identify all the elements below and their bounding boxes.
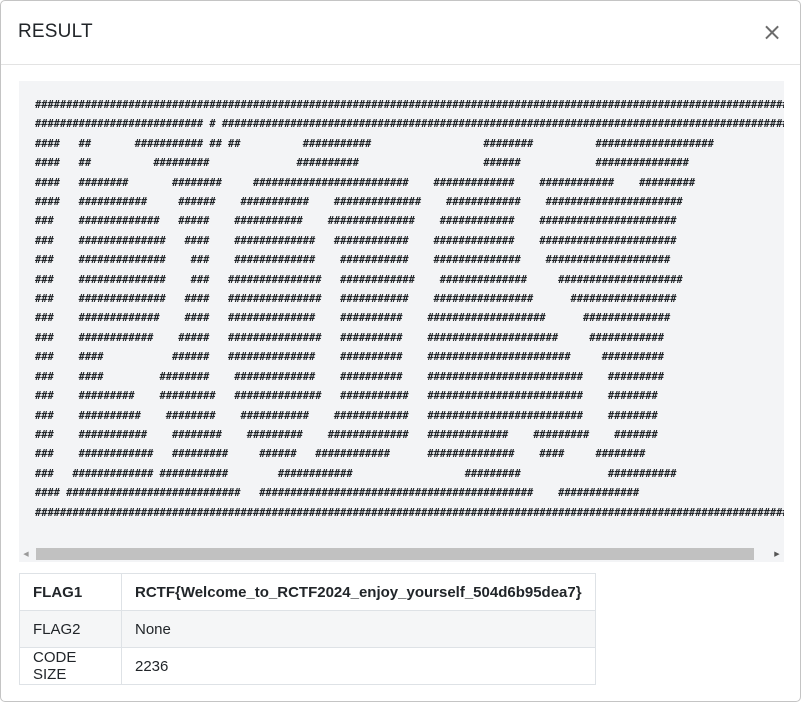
modal-title: RESULT [18,21,93,42]
table-row: CODE SIZE 2236 [19,647,596,685]
scrollbar-thumb[interactable] [36,548,754,560]
row-value-flag1: RCTF{Welcome_to_RCTF2024_enjoy_yourself_… [121,573,596,611]
ascii-art-output: ########################################… [35,99,784,519]
row-value-code-size: 2236 [121,647,596,685]
modal-header: RESULT × [1,1,800,65]
table-row: FLAG2 None [19,610,596,648]
table-row: FLAG1 RCTF{Welcome_to_RCTF2024_enjoy_you… [19,573,596,611]
row-value-flag2: None [121,610,596,648]
row-key-flag2: FLAG2 [19,610,122,648]
result-modal: RESULT × ###############################… [0,0,801,702]
horizontal-scrollbar[interactable]: ◀ ▶ [19,546,784,562]
chevron-left-icon[interactable]: ◀ [22,549,30,559]
row-key-flag1: FLAG1 [19,573,122,611]
close-button[interactable]: × [760,19,784,45]
ascii-output-panel[interactable]: ########################################… [19,81,784,562]
result-table: FLAG1 RCTF{Welcome_to_RCTF2024_enjoy_you… [19,573,596,685]
chevron-right-icon[interactable]: ▶ [773,549,781,559]
row-key-code-size: CODE SIZE [19,647,122,685]
close-icon: × [761,18,783,46]
